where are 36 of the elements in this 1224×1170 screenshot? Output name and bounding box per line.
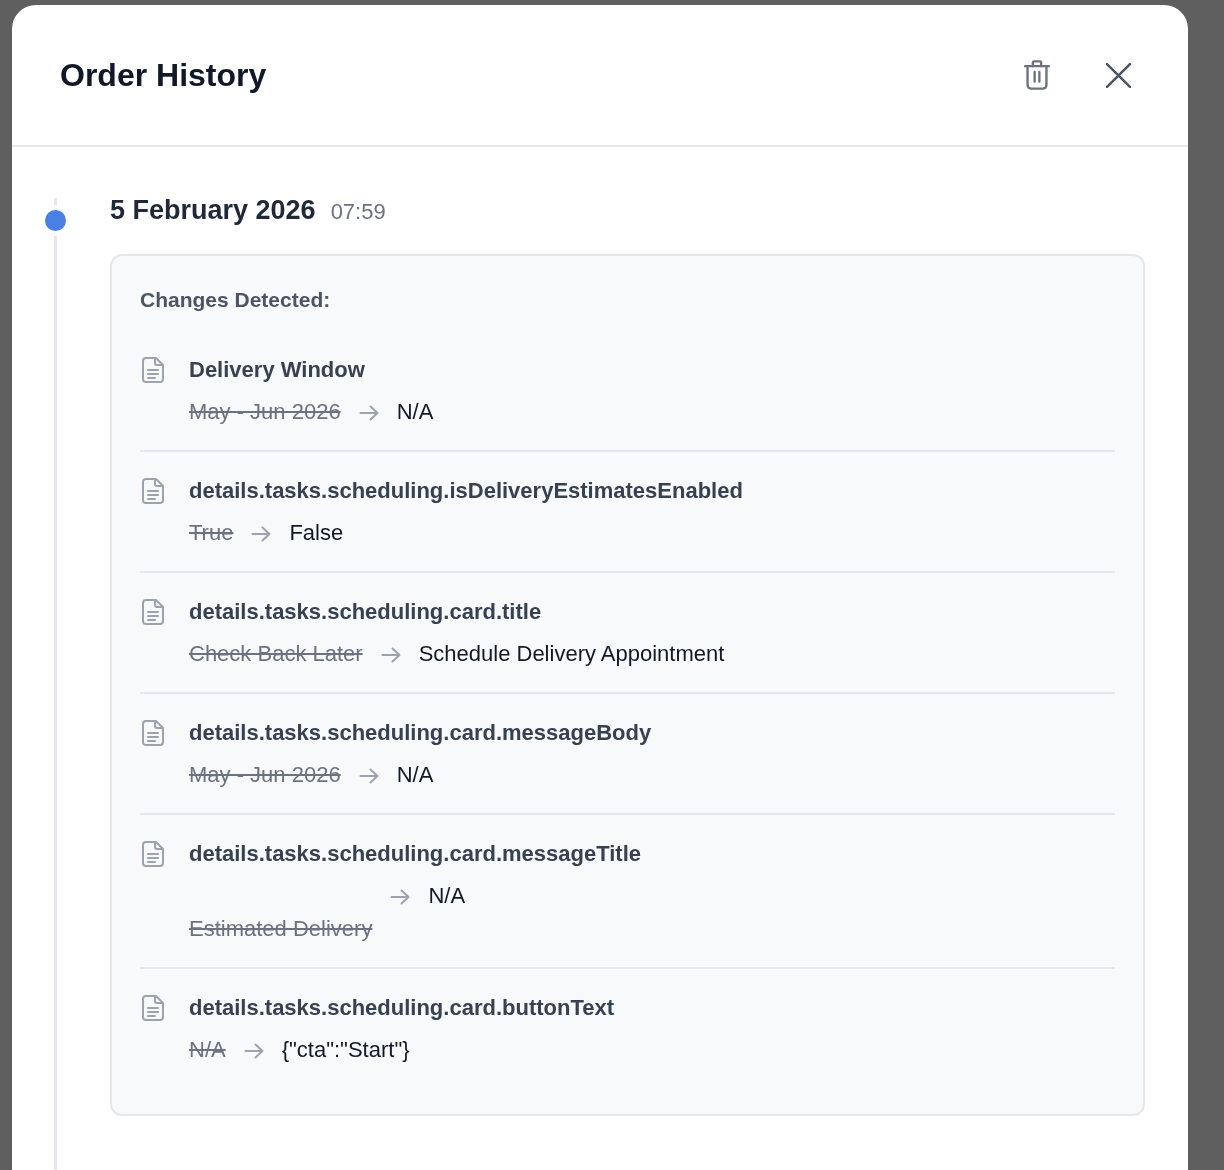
old-value: Estimated Delivery xyxy=(189,915,373,943)
arrow-icon xyxy=(251,526,272,542)
document-icon xyxy=(142,357,164,383)
old-value: True xyxy=(189,519,234,547)
dialog-title: Order History xyxy=(60,56,268,94)
document-icon xyxy=(142,841,164,867)
new-value: N/A xyxy=(428,882,466,910)
changes-heading: Changes Detected: xyxy=(140,287,332,313)
document-icon xyxy=(142,599,164,625)
field-name: Delivery Window xyxy=(189,356,366,384)
arrow-icon xyxy=(243,1043,264,1059)
arrow-icon xyxy=(358,405,379,421)
new-value: Schedule Delivery Appointment xyxy=(418,640,725,668)
old-value: May - Jun 2026 xyxy=(189,761,341,789)
field-name: details.tasks.scheduling.card.title xyxy=(189,598,543,626)
new-value: N/A xyxy=(396,761,434,789)
arrow-icon xyxy=(390,889,411,905)
old-value: May - Jun 2026 xyxy=(189,398,341,426)
old-value: Check Back Later xyxy=(189,640,363,668)
field-name: details.tasks.scheduling.card.buttonText xyxy=(189,994,614,1022)
document-icon xyxy=(142,478,164,504)
new-value: False xyxy=(289,519,344,547)
entry-time: 07:59 xyxy=(330,198,386,226)
close-icon xyxy=(1105,62,1131,88)
trash-icon xyxy=(1024,60,1050,90)
old-value: N/A xyxy=(189,1036,226,1064)
document-icon xyxy=(142,720,164,746)
field-name: details.tasks.scheduling.card.messageBody xyxy=(189,719,652,747)
arrow-icon xyxy=(380,647,401,663)
new-value: {"cta":"Start"} xyxy=(281,1036,410,1064)
new-value: N/A xyxy=(396,398,434,426)
arrow-icon xyxy=(358,768,379,784)
entry-date: 5 February 2026 xyxy=(110,194,316,226)
field-name: details.tasks.scheduling.card.messageTitle xyxy=(189,840,641,868)
document-icon xyxy=(142,995,164,1021)
field-name: details.tasks.scheduling.isDeliveryEstimatesEnabled xyxy=(189,477,743,505)
